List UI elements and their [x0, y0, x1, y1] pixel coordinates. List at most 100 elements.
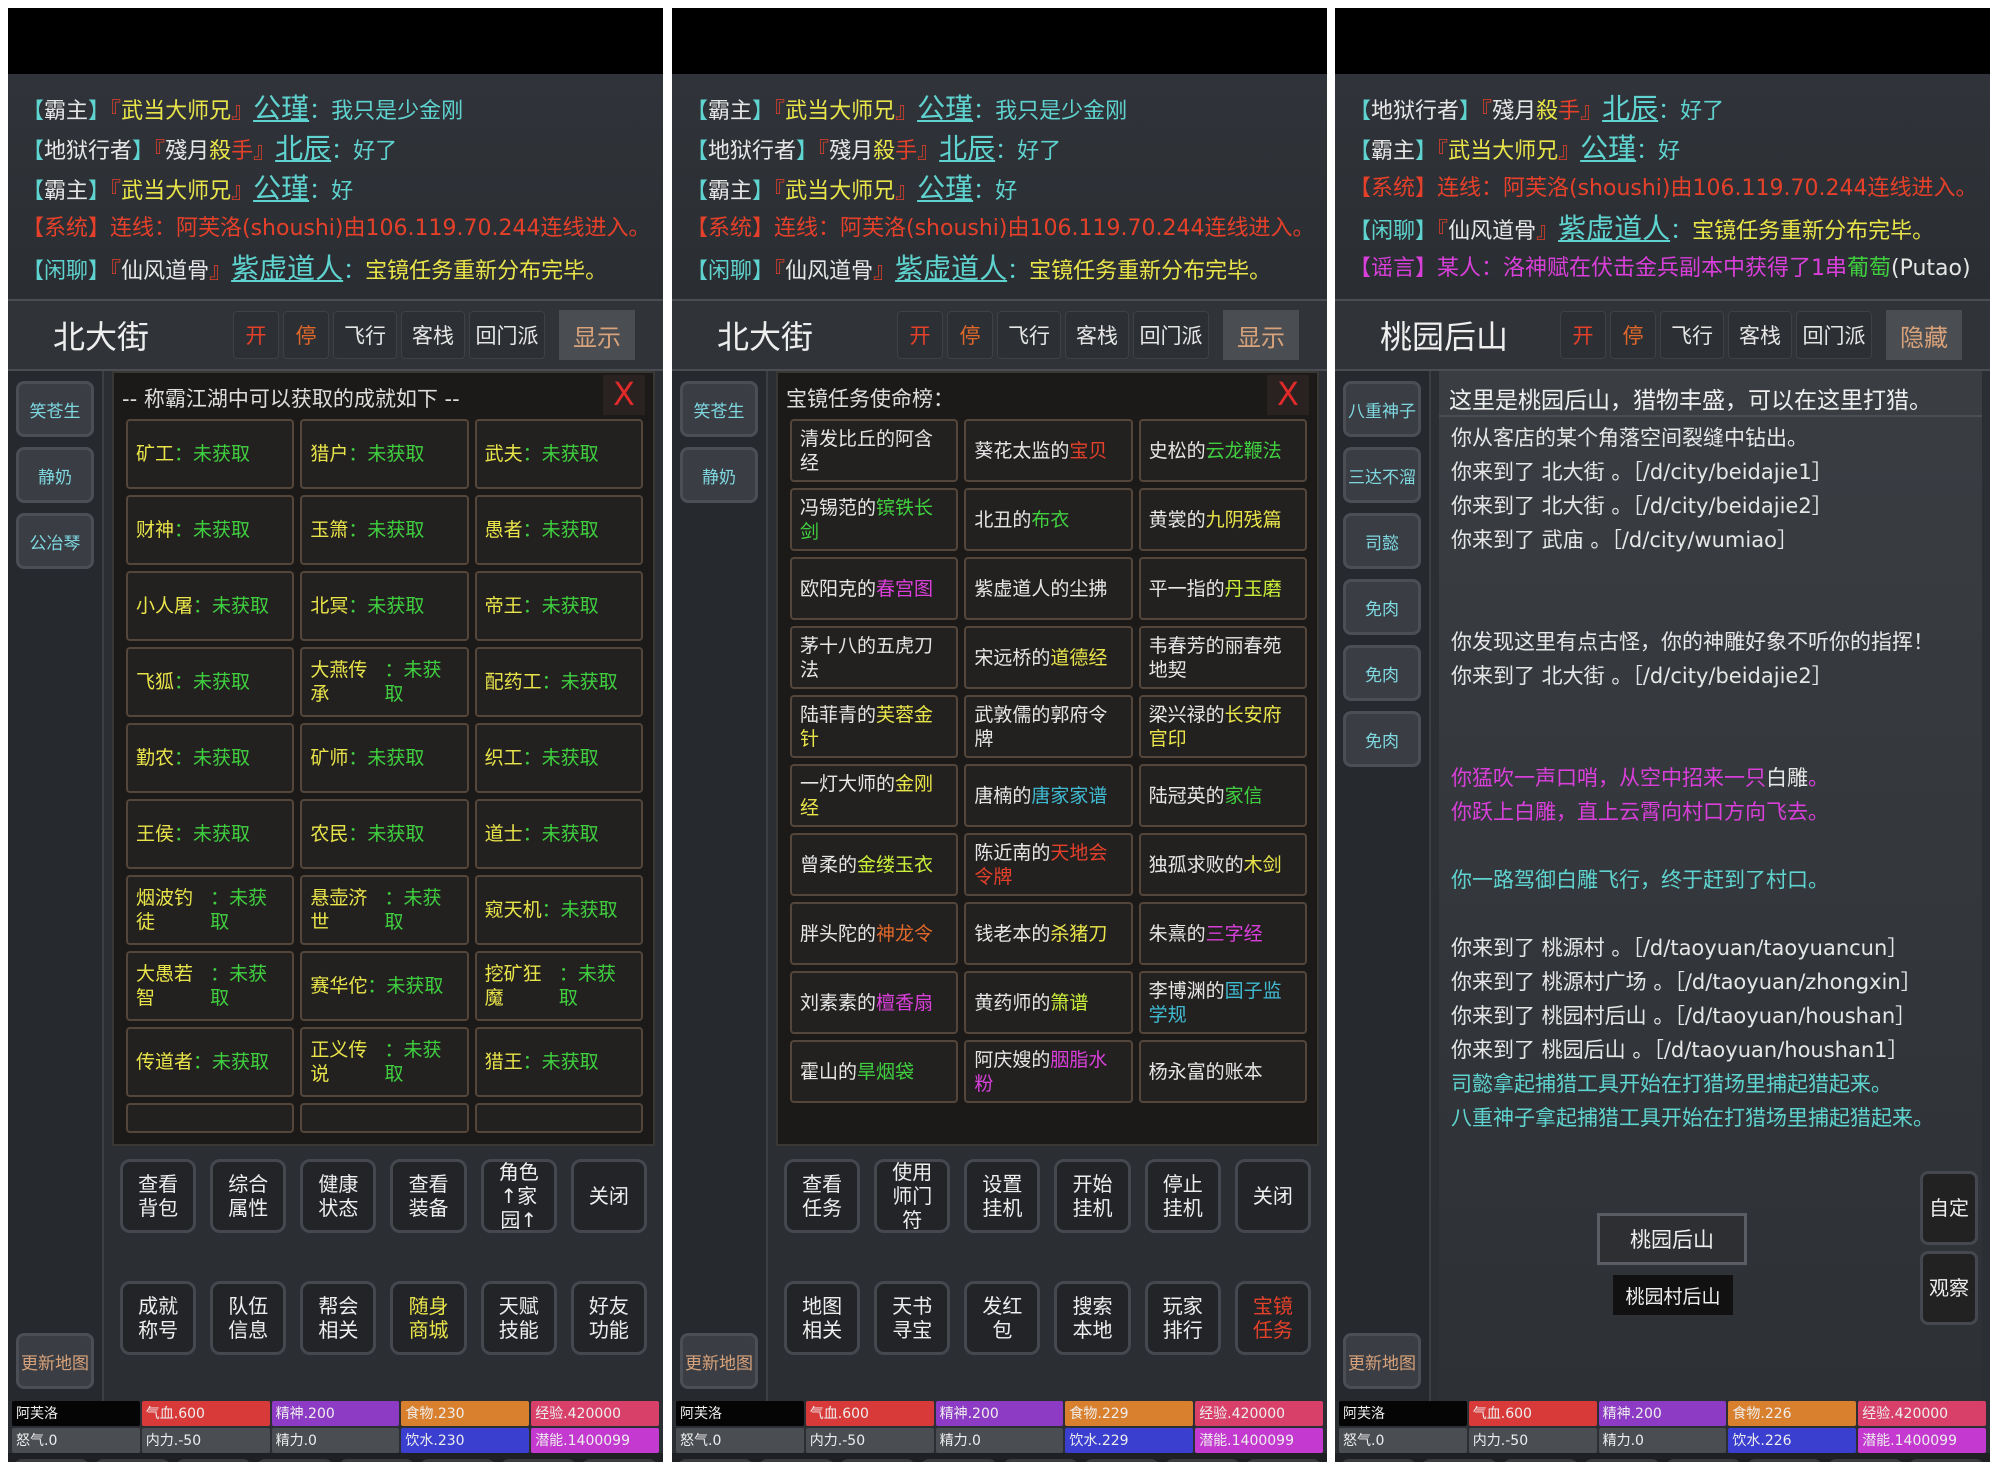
nav-button[interactable]: 战斗相关 — [1584, 1459, 1660, 1462]
achievement-item[interactable]: 配药工 ：未获取 — [474, 647, 643, 717]
task-item[interactable]: 紫虚道人的尘拂 — [964, 557, 1133, 620]
achievement-item[interactable]: 小人屠 ：未获取 — [126, 571, 295, 641]
current-room-button[interactable]: 桃园后山 — [1597, 1213, 1747, 1265]
task-item[interactable]: 平一指的丹玉磨 — [1138, 557, 1307, 620]
achievement-item[interactable]: 传道者 ：未获取 — [126, 1027, 295, 1097]
terminal-icon[interactable]: C:\_ — [14, 1459, 90, 1462]
action-button[interactable]: 关闭 — [570, 1159, 647, 1233]
chat-log[interactable]: 【地狱行者】『殘月殺手』北辰：好了 【霸主】『武当大师兄』公瑾：好 【系统】连线：阿… — [1335, 74, 1990, 299]
task-item[interactable]: 清发比丘的阿含经 — [790, 419, 959, 482]
chat-segment[interactable]: 公瑾 — [253, 172, 309, 205]
action-button[interactable]: 玩家排行 — [1144, 1281, 1221, 1355]
location-button[interactable]: 开 — [233, 311, 279, 359]
achievement-item[interactable]: 窥天机 ：未获取 — [474, 875, 643, 945]
npc-button[interactable]: 公冶琴 — [16, 513, 94, 569]
task-item[interactable]: 刘素素的檀香扇 — [790, 971, 959, 1034]
close-icon[interactable]: X — [603, 375, 645, 415]
nav-button[interactable]: 频道交流 — [500, 1459, 576, 1462]
action-button[interactable]: 天书寻宝 — [874, 1281, 951, 1355]
nav-button[interactable]: 游戏指南 — [1083, 1459, 1159, 1462]
king-glyph-icon[interactable]: 王 — [581, 1459, 657, 1462]
chat-segment[interactable]: 紫虚道人 — [895, 252, 1007, 285]
task-item[interactable]: 胖头陀的神龙令 — [790, 902, 959, 965]
task-item[interactable]: 陆冠英的家信 — [1138, 764, 1307, 827]
action-button[interactable]: 成就称号 — [120, 1281, 197, 1355]
chat-segment[interactable]: 北辰 — [1602, 92, 1658, 125]
action-button[interactable]: 随身商城 — [390, 1281, 467, 1355]
nav-button[interactable]: 频道交流 — [1827, 1459, 1903, 1462]
location-button[interactable]: 客栈 — [1728, 311, 1792, 359]
task-item[interactable]: 独孤求败的木剑 — [1138, 833, 1307, 896]
chat-log[interactable]: 【霸主】『武当大师兄』公瑾：我只是少金刚 【地狱行者】『殘月殺手』北辰：好了 【霸主… — [672, 74, 1327, 299]
location-button[interactable]: 回门派 — [1796, 311, 1872, 359]
achievement-item[interactable]: 北冥 ：未获取 — [300, 571, 469, 641]
king-glyph-icon[interactable]: 王 — [1908, 1459, 1984, 1462]
npc-button[interactable]: 免肉 — [1343, 711, 1421, 767]
location-button[interactable]: 飞行 — [333, 311, 397, 359]
achievement-item[interactable]: 勤农 ：未获取 — [126, 723, 295, 793]
update-map-button[interactable]: 更新地图 — [680, 1333, 758, 1389]
task-item[interactable]: 钱老本的杀猪刀 — [964, 902, 1133, 965]
action-button[interactable]: 宝镜任务 — [1234, 1281, 1311, 1355]
update-map-button[interactable]: 更新地图 — [1343, 1333, 1421, 1389]
npc-button[interactable]: 静奶 — [680, 447, 758, 503]
location-button[interactable]: 飞行 — [1660, 311, 1724, 359]
chat-segment[interactable]: 公瑾 — [917, 172, 973, 205]
npc-button[interactable]: 笑苍生 — [680, 381, 758, 437]
observe-button[interactable]: 观察 — [1920, 1251, 1978, 1325]
location-button[interactable]: 飞行 — [997, 311, 1061, 359]
nav-button[interactable]: 常用指令 — [759, 1459, 835, 1462]
message-log[interactable]: 你从客店的某个角落空间裂缝中钻出。 你来到了 北大街 。［/d/city/beid… — [1439, 417, 1982, 1135]
task-item[interactable]: 一灯大师的金刚经 — [790, 764, 959, 827]
nav-button[interactable]: 任务相关 — [1002, 1459, 1078, 1462]
achievement-item[interactable] — [126, 1103, 295, 1133]
action-button[interactable]: 天赋技能 — [480, 1281, 557, 1355]
npc-button[interactable]: 三达不溜 — [1343, 447, 1421, 503]
action-button[interactable]: 地图相关 — [784, 1281, 861, 1355]
chat-segment[interactable]: 北辰 — [275, 132, 331, 165]
action-button[interactable]: 发红包 — [964, 1281, 1041, 1355]
action-button[interactable]: 搜索本地 — [1054, 1281, 1131, 1355]
king-glyph-icon[interactable]: 王 — [1245, 1459, 1321, 1462]
chat-segment[interactable]: 公瑾 — [917, 92, 973, 125]
chat-log[interactable]: 【霸主】『武当大师兄』公瑾：我只是少金刚 【地狱行者】『殘月殺手』北辰：好了 【霸主… — [8, 74, 663, 299]
toggle-display-button[interactable]: 显示 — [1223, 310, 1299, 360]
achievement-item[interactable]: 矿师 ：未获取 — [300, 723, 469, 793]
nav-button[interactable]: 技能相关 — [1503, 1459, 1579, 1462]
task-item[interactable]: 李博渊的国子监学规 — [1138, 971, 1307, 1034]
toggle-display-button[interactable]: 隐藏 — [1886, 310, 1962, 360]
location-button[interactable]: 回门派 — [1133, 311, 1209, 359]
task-item[interactable]: 陈近南的天地会令牌 — [964, 833, 1133, 896]
custom-button[interactable]: 自定 — [1920, 1171, 1978, 1245]
task-item[interactable]: 黄药师的箫谱 — [964, 971, 1133, 1034]
task-item[interactable]: 曾柔的金缕玉衣 — [790, 833, 959, 896]
task-item[interactable]: 杨永富的账本 — [1138, 1040, 1307, 1103]
nav-button[interactable]: 技能相关 — [176, 1459, 252, 1462]
task-item[interactable]: 武敦儒的郭府令牌 — [964, 695, 1133, 758]
action-button[interactable]: 查看背包 — [120, 1159, 197, 1233]
achievement-item[interactable]: 挖矿狂魔 ：未获取 — [474, 951, 643, 1021]
achievement-item[interactable]: 正义传说 ：未获取 — [300, 1027, 469, 1097]
task-item[interactable]: 宋远桥的道德经 — [964, 626, 1133, 689]
achievement-item[interactable] — [300, 1103, 469, 1133]
task-item[interactable]: 葵花太监的宝贝 — [964, 419, 1133, 482]
location-button[interactable]: 开 — [1560, 311, 1606, 359]
task-item[interactable]: 阿庆嫂的胭脂水粉 — [964, 1040, 1133, 1103]
terminal-icon[interactable]: C:\_ — [678, 1459, 754, 1462]
update-map-button[interactable]: 更新地图 — [16, 1333, 94, 1389]
task-item[interactable]: 梁兴禄的长安府官印 — [1138, 695, 1307, 758]
task-item[interactable]: 霍山的旱烟袋 — [790, 1040, 959, 1103]
action-button[interactable]: 设置挂机 — [964, 1159, 1041, 1233]
nav-button[interactable]: 战斗相关 — [257, 1459, 333, 1462]
nav-button[interactable]: 任务相关 — [338, 1459, 414, 1462]
task-item[interactable]: 欧阳克的春宫图 — [790, 557, 959, 620]
terminal-icon[interactable]: C:\_ — [1341, 1459, 1417, 1462]
chat-segment[interactable]: 公瑾 — [1580, 132, 1636, 165]
location-button[interactable]: 客栈 — [401, 311, 465, 359]
action-button[interactable]: 使用师门符 — [874, 1159, 951, 1233]
npc-button[interactable]: 免肉 — [1343, 579, 1421, 635]
action-button[interactable]: 关闭 — [1234, 1159, 1311, 1233]
achievement-item[interactable]: 矿工 ：未获取 — [126, 419, 295, 489]
nav-button[interactable]: 战斗相关 — [921, 1459, 997, 1462]
npc-button[interactable]: 司懿 — [1343, 513, 1421, 569]
